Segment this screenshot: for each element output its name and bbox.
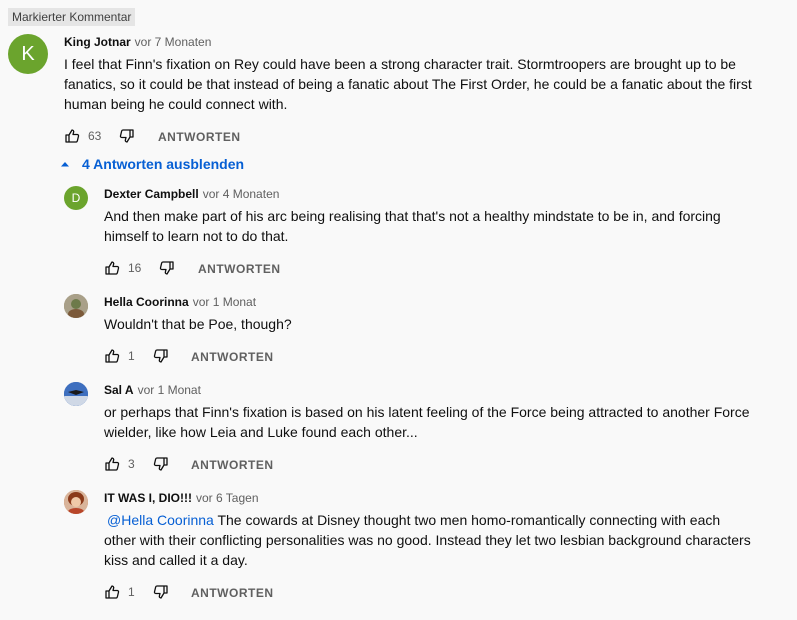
reply-text-segment: The cowards at Disney thought two men ho… — [213, 512, 721, 528]
thumb-up-icon[interactable] — [104, 456, 120, 472]
reply-text-line: other with their conflicting personaliti… — [104, 532, 751, 548]
like-count: 63 — [88, 129, 102, 143]
reply-text-line: or perhaps that Finn's fixation is based… — [104, 404, 750, 420]
comment-time[interactable]: vor 7 Monaten — [135, 35, 212, 49]
avatar[interactable] — [64, 382, 88, 406]
reply-button[interactable]: ANTWORTEN — [191, 349, 274, 365]
avatar[interactable] — [64, 294, 88, 318]
chevron-up-icon — [61, 162, 69, 167]
comment-actions: 63 — [64, 126, 135, 146]
reply-text: Wouldn't that be Poe, though? — [104, 314, 784, 334]
reply-time[interactable]: vor 6 Tagen — [196, 491, 259, 505]
avatar-letter: D — [71, 191, 81, 205]
reply-actions: 1 — [104, 582, 169, 602]
reply-header: Dexter Campbell vor 4 Monaten — [104, 186, 279, 202]
avatar-image — [64, 294, 88, 318]
reply-button[interactable]: ANTWORTEN — [191, 457, 274, 473]
thumb-down-icon[interactable] — [153, 456, 169, 472]
reply-actions: 3 — [104, 454, 169, 474]
like-count: 3 — [128, 457, 135, 471]
thumb-down-icon[interactable] — [119, 128, 135, 144]
reply-text-line: And then make part of his arc being real… — [104, 208, 721, 224]
comment-text: I feel that Finn's fixation on Rey could… — [64, 54, 784, 114]
avatar-image — [64, 490, 88, 514]
mention-link[interactable]: @Hella Coorinna — [107, 512, 214, 528]
author-name[interactable]: Hella Coorinna — [104, 295, 189, 309]
reply-header: IT WAS I, DIO!!! vor 6 Tagen — [104, 490, 259, 506]
reply-text-line: Wouldn't that be Poe, though? — [104, 316, 292, 332]
reply-time[interactable]: vor 4 Monaten — [203, 187, 280, 201]
avatar-letter: K — [21, 42, 35, 65]
thumb-down-icon[interactable] — [153, 348, 169, 364]
reply-button[interactable]: ANTWORTEN — [191, 585, 274, 601]
thumb-up-icon[interactable] — [104, 348, 120, 364]
reply-text: or perhaps that Finn's fixation is based… — [104, 402, 784, 442]
hide-replies-button[interactable]: 4 Antworten ausblenden — [60, 156, 244, 172]
author-name[interactable]: Dexter Campbell — [104, 187, 199, 201]
hide-replies-label: 4 Antworten ausblenden — [82, 156, 245, 172]
reply-text: And then make part of his arc being real… — [104, 206, 784, 246]
avatar[interactable] — [64, 490, 88, 514]
reply-text-line: kiss and called it a day. — [104, 552, 248, 568]
comment-text-line: human being he could connect with. — [64, 96, 288, 112]
avatar[interactable]: K — [8, 34, 48, 74]
reply-header: Sal A vor 1 Monat — [104, 382, 201, 398]
like-count: 1 — [128, 349, 135, 363]
reply-text-line: @Hella Coorinna The cowards at Disney th… — [104, 510, 784, 530]
comment-text-line: fanatics, so it could be that instead of… — [64, 76, 752, 92]
reply-text-line: wielder, like how Leia and Luke found ea… — [104, 424, 418, 440]
comment-header: King Jotnar vor 7 Monaten — [64, 34, 211, 50]
comment-text-line: I feel that Finn's fixation on Rey could… — [64, 56, 736, 72]
author-name[interactable]: IT WAS I, DIO!!! — [104, 491, 192, 505]
author-name[interactable]: Sal A — [104, 383, 134, 397]
avatar[interactable]: D — [64, 186, 88, 210]
thumb-up-icon[interactable] — [104, 260, 120, 276]
reply-time[interactable]: vor 1 Monat — [193, 295, 256, 309]
thumb-up-icon[interactable] — [64, 128, 80, 144]
like-count: 16 — [128, 261, 142, 275]
reply-text-line: himself to learn not to do that. — [104, 228, 289, 244]
thumb-up-icon[interactable] — [104, 584, 120, 600]
highlighted-comment-badge: Markierter Kommentar — [8, 8, 136, 26]
reply-actions: 16 — [104, 258, 175, 278]
reply-text: @Hella Coorinna The cowards at Disney th… — [104, 510, 784, 570]
reply-button[interactable]: ANTWORTEN — [158, 129, 241, 145]
reply-button[interactable]: ANTWORTEN — [198, 261, 281, 277]
author-name[interactable]: King Jotnar — [64, 35, 131, 49]
avatar-image — [64, 382, 88, 406]
reply-header: Hella Coorinna vor 1 Monat — [104, 294, 256, 310]
like-count: 1 — [128, 585, 135, 599]
thumb-down-icon[interactable] — [153, 584, 169, 600]
reply-actions: 1 — [104, 346, 169, 366]
reply-time[interactable]: vor 1 Monat — [138, 383, 201, 397]
thumb-down-icon[interactable] — [159, 260, 175, 276]
